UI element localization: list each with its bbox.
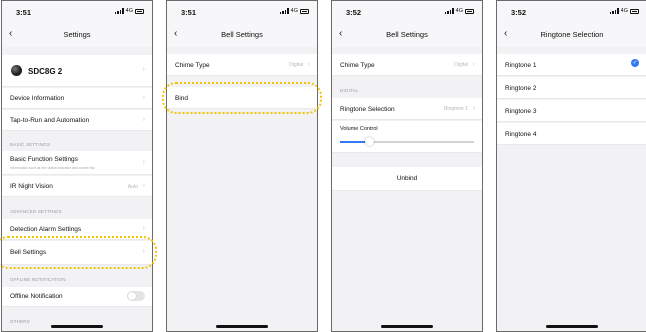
ringtone-option-label: Ringtone 4	[505, 131, 537, 138]
chime-type-row[interactable]: Chime Type Digital ›	[167, 54, 317, 76]
chevron-right-icon: ›	[142, 182, 145, 189]
volume-slider-thumb[interactable]	[364, 137, 374, 146]
tap-to-run-row[interactable]: Tap-to-Run and Automation ›	[2, 110, 152, 131]
ir-night-vision-label: IR Night Vision	[10, 183, 53, 190]
ringtone-option-label: Ringtone 3	[505, 108, 537, 115]
advanced-settings-header: ADVANCED SETTINGS	[10, 209, 62, 214]
ringtone-option[interactable]: Ringtone 4	[497, 123, 646, 145]
offline-notification-toggle[interactable]	[127, 291, 145, 301]
status-bar: 3:51 4G	[2, 1, 152, 23]
basic-settings-header: BASIC SETTINGS	[10, 142, 51, 147]
checkmark-icon: ✓	[631, 59, 639, 67]
ringtone-option[interactable]: Ringtone 2	[497, 77, 646, 99]
bind-highlight	[162, 82, 322, 114]
device-header-row[interactable]: SDC8G 2 ›	[2, 55, 152, 87]
settings-screen: 3:51 4G ‹ Settings SDC8G 2 › Device Info…	[1, 0, 153, 332]
signal-bars-icon	[279, 8, 289, 14]
status-bar: 3:52 4G	[332, 1, 482, 23]
device-information-label: Device Information	[10, 95, 65, 102]
signal-indicator: 4G	[444, 8, 474, 14]
unbind-label: Unbind	[396, 175, 418, 182]
status-time: 3:51	[16, 8, 32, 17]
page-title: Bell Settings	[221, 30, 263, 39]
chevron-right-icon: ›	[142, 94, 145, 101]
status-bar: 3:52 4G	[497, 1, 646, 23]
page-title: Bell Settings	[386, 30, 428, 39]
camera-icon	[11, 65, 22, 76]
battery-icon	[465, 8, 474, 14]
network-label: 4G	[620, 8, 628, 14]
page-title: Settings	[63, 30, 91, 39]
home-indicator	[546, 325, 598, 328]
nav-bar: ‹ Settings	[2, 23, 152, 47]
battery-icon	[300, 8, 309, 14]
chime-type-label: Chime Type	[340, 62, 375, 69]
device-name: SDC8G 2	[28, 67, 63, 76]
signal-indicator: 4G	[114, 8, 144, 14]
chevron-right-icon: ›	[307, 61, 310, 68]
home-indicator	[381, 325, 433, 328]
ringtone-selection-screen: 3:52 4G ‹ Ringtone Selection Ringtone 1 ✓…	[496, 0, 646, 332]
signal-indicator: 4G	[609, 8, 639, 14]
ir-night-vision-value: Auto	[127, 184, 138, 190]
chevron-right-icon: ›	[142, 159, 145, 166]
others-header: OTHERS	[10, 319, 30, 324]
chevron-right-icon: ›	[142, 225, 145, 232]
device-information-row[interactable]: Device Information ›	[2, 88, 152, 109]
chime-type-value: Digital	[289, 62, 303, 68]
status-bar: 3:51 4G	[167, 1, 317, 23]
offline-notification-row: Offline Notification	[2, 287, 152, 307]
offline-notification-label: Offline Notification	[10, 293, 63, 300]
signal-bars-icon	[609, 8, 619, 14]
home-indicator	[51, 325, 103, 328]
chevron-right-icon: ›	[472, 61, 475, 68]
chevron-right-icon: ›	[142, 66, 145, 73]
offline-notification-header: OFFLINE NOTIFICATION	[10, 277, 66, 282]
nav-bar: ‹ Bell Settings	[167, 23, 317, 47]
ir-night-vision-row[interactable]: IR Night Vision Auto ›	[2, 176, 152, 197]
chime-type-value: Digital	[454, 62, 468, 68]
ringtone-selection-label: Ringtone Selection	[340, 106, 395, 113]
signal-indicator: 4G	[279, 8, 309, 14]
bell-settings-screen-bound: 3:52 4G ‹ Bell Settings Chime Type Digit…	[331, 0, 483, 332]
basic-function-settings-row[interactable]: Basic Function Settings Information such…	[2, 151, 152, 175]
volume-slider[interactable]	[340, 137, 474, 146]
unbind-button[interactable]: Unbind	[332, 167, 482, 191]
chevron-right-icon: ›	[142, 116, 145, 123]
nav-bar: ‹ Ringtone Selection	[497, 23, 646, 47]
ringtone-option-label: Ringtone 2	[505, 85, 537, 92]
signal-bars-icon	[444, 8, 454, 14]
volume-control-label: Volume Control	[340, 126, 378, 132]
chime-type-row[interactable]: Chime Type Digital ›	[332, 54, 482, 76]
chime-type-label: Chime Type	[175, 62, 210, 69]
ringtone-selection-value: Ringtone 1	[443, 106, 468, 112]
detection-alarm-settings-label: Detection Alarm Settings	[10, 226, 82, 233]
network-label: 4G	[455, 8, 463, 14]
status-time: 3:52	[511, 8, 527, 17]
ringtone-option-label: Ringtone 1	[505, 62, 537, 69]
battery-icon	[630, 8, 639, 14]
battery-icon	[135, 8, 144, 14]
tap-to-run-label: Tap-to-Run and Automation	[10, 117, 90, 124]
network-label: 4G	[290, 8, 298, 14]
volume-control-row: Volume Control	[332, 121, 482, 153]
ringtone-selection-row[interactable]: Ringtone Selection Ringtone 1 ›	[332, 98, 482, 120]
ringtone-option[interactable]: Ringtone 3	[497, 100, 646, 122]
chevron-right-icon: ›	[472, 105, 475, 112]
bell-settings-screen-unbound: 3:51 4G ‹ Bell Settings Chime Type Digit…	[166, 0, 318, 332]
basic-function-settings-subtitle: Information such as the status indicator…	[10, 166, 95, 170]
bell-settings-highlight	[0, 236, 157, 269]
status-time: 3:52	[346, 8, 362, 17]
signal-bars-icon	[114, 8, 124, 14]
digital-header: DIGITAL	[340, 88, 359, 93]
nav-bar: ‹ Bell Settings	[332, 23, 482, 47]
home-indicator	[216, 325, 268, 328]
page-title: Ringtone Selection	[540, 30, 604, 39]
ringtone-option[interactable]: Ringtone 1 ✓	[497, 54, 646, 76]
network-label: 4G	[125, 8, 133, 14]
status-time: 3:51	[181, 8, 197, 17]
basic-function-settings-label: Basic Function Settings	[10, 156, 78, 163]
